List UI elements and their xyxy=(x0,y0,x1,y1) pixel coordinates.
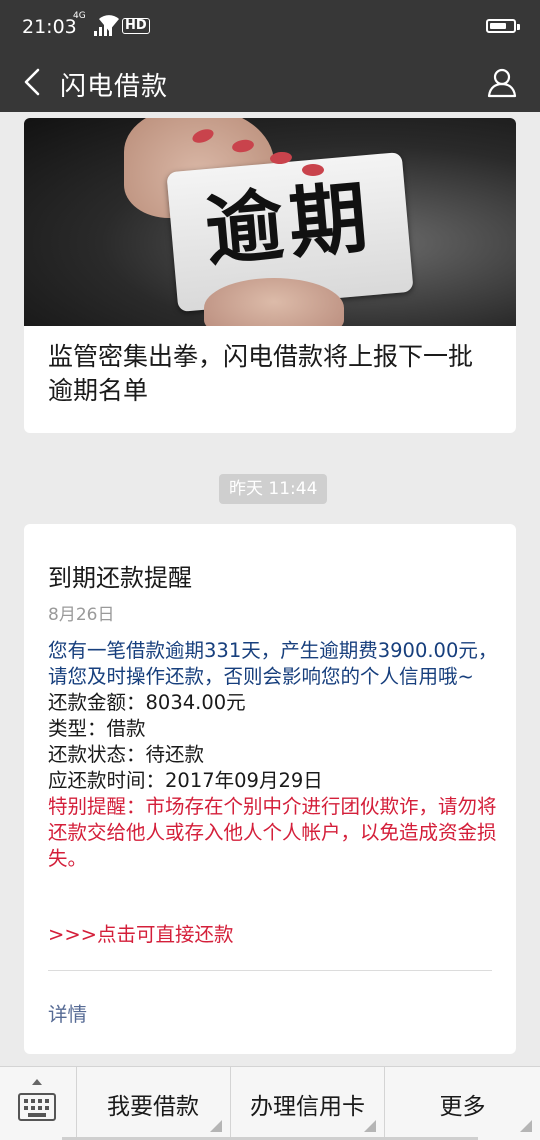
repay-amount: 还款金额：8034.00元 xyxy=(48,691,246,714)
back-arrow-icon[interactable] xyxy=(14,62,50,102)
status-time: 21:03 xyxy=(22,16,77,38)
wifi-icon xyxy=(99,15,119,31)
submenu-indicator-icon xyxy=(210,1120,222,1132)
repay-status: 还款状态：待还款 xyxy=(48,743,205,766)
overdue-card-text: 逾期 xyxy=(201,171,377,278)
divider xyxy=(48,970,492,971)
fraud-warning: 特别提醒：市场存在个别中介进行团伙欺诈，请勿将还款交给他人或存入他人个人帐户，以… xyxy=(48,795,497,870)
menu-more[interactable]: 更多 xyxy=(385,1067,540,1140)
keyboard-icon[interactable] xyxy=(0,1067,77,1140)
reminder-date: 8月26日 xyxy=(48,605,115,625)
reminder-body: 您有一笔借款逾期331天，产生逾期费3900.00元，请您及时操作还款，否则会影… xyxy=(48,638,498,872)
due-time: 应还款时间：2017年09月29日 xyxy=(48,769,323,792)
submenu-indicator-icon xyxy=(364,1120,376,1132)
article-headline: 监管密集出拳，闪电借款将上报下一批逾期名单 xyxy=(48,342,474,405)
chat-content: 逾期 监管密集出拳，闪电借款将上报下一批逾期名单 昨天 11:44 到期还款提醒… xyxy=(0,112,540,1066)
article-card[interactable]: 逾期 监管密集出拳，闪电借款将上报下一批逾期名单 xyxy=(24,118,516,433)
repay-link[interactable]: >>>点击可直接还款 xyxy=(48,918,234,947)
menu-credit-card[interactable]: 办理信用卡 xyxy=(231,1067,385,1140)
menu-borrow[interactable]: 我要借款 xyxy=(76,1067,231,1140)
status-bar: 21:03 4G HD xyxy=(0,0,540,54)
nav-bar: 闪电借款 xyxy=(0,54,540,112)
menu-borrow-label: 我要借款 xyxy=(107,1093,199,1120)
reminder-intro: 您有一笔借款逾期331天，产生逾期费3900.00元，请您及时操作还款，否则会影… xyxy=(48,639,498,688)
reminder-card[interactable]: 到期还款提醒 8月26日 您有一笔借款逾期331天，产生逾期费3900.00元，… xyxy=(24,524,516,1054)
menu-more-label: 更多 xyxy=(439,1093,486,1120)
detail-link[interactable]: 详情 xyxy=(48,998,87,1027)
reminder-title: 到期还款提醒 xyxy=(48,564,192,592)
page-title: 闪电借款 xyxy=(60,72,169,102)
battery-icon xyxy=(486,19,520,33)
hd-icon: HD xyxy=(122,18,150,34)
submenu-indicator-icon xyxy=(520,1120,532,1132)
article-cover-image: 逾期 xyxy=(24,118,516,326)
bottom-menu: 我要借款 办理信用卡 更多 xyxy=(0,1066,540,1140)
message-timestamp: 昨天 11:44 xyxy=(219,474,328,504)
loan-type: 类型：借款 xyxy=(48,717,146,740)
network-type: 4G xyxy=(73,11,86,21)
user-icon[interactable] xyxy=(482,62,522,102)
menu-credit-card-label: 办理信用卡 xyxy=(250,1093,365,1120)
